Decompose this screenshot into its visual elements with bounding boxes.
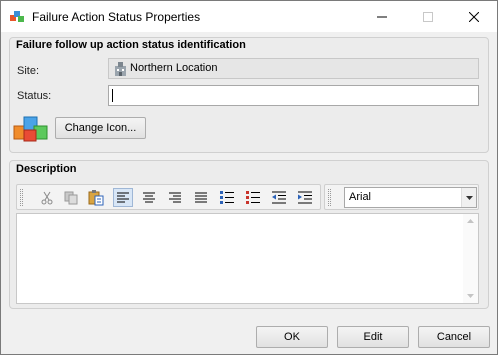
status-cubes-icon [13,116,48,142]
edit-button[interactable]: Edit [337,326,409,348]
site-value: Northern Location [130,62,218,74]
building-icon [115,62,126,76]
font-toolbar-grip[interactable] [328,189,331,206]
outdent-icon [272,191,286,204]
status-label: Status: [17,90,52,102]
align-right-icon [169,192,181,203]
maximize-icon [423,11,433,22]
cut-icon [41,191,53,204]
align-center-icon [143,192,155,203]
justify-button[interactable] [191,188,211,207]
description-group-title: Description [16,163,77,175]
cancel-button[interactable]: Cancel [418,326,490,348]
align-left-button[interactable] [113,188,133,207]
align-left-icon [117,192,129,203]
minimize-button[interactable] [359,1,405,32]
font-dropdown-button[interactable] [461,188,476,207]
site-label: Site: [17,65,40,77]
indent-button[interactable] [295,188,315,207]
copy-button[interactable] [61,188,81,207]
paste-icon [88,189,104,205]
title-bar: Failure Action Status Properties [1,1,497,32]
app-cubes-icon [10,11,24,22]
align-center-button[interactable] [139,188,159,207]
status-input[interactable] [108,85,479,106]
close-button[interactable] [451,1,497,32]
font-toolbar: Arial [324,184,479,210]
scroll-up-icon [467,219,474,223]
close-icon [469,11,479,22]
align-right-button[interactable] [165,188,185,207]
identification-group-title: Failure follow up action status identifi… [16,39,246,51]
properties-dialog: Failure Action Status Properties Failure… [0,0,498,355]
scroll-up-button[interactable] [463,215,478,227]
description-editor[interactable] [16,213,479,304]
text-caret [112,89,113,102]
outdent-button[interactable] [269,188,289,207]
chevron-down-icon [465,195,473,200]
window-title: Failure Action Status Properties [32,10,201,24]
site-field: Northern Location [108,58,479,79]
font-family-select[interactable]: Arial [344,187,477,208]
numbered-list-button[interactable] [243,188,263,207]
minimize-icon [377,16,387,17]
toolbar-grip[interactable] [20,189,23,206]
scroll-down-icon [467,294,474,298]
maximize-button[interactable] [405,1,451,32]
numbered-list-icon [246,191,260,204]
paste-button[interactable] [86,188,106,207]
scroll-down-button[interactable] [463,290,478,302]
font-family-value: Arial [349,191,372,203]
bullet-list-icon [220,191,234,204]
bullet-list-button[interactable] [217,188,237,207]
cut-button[interactable] [37,188,57,207]
formatting-toolbar [16,184,321,210]
change-icon-button[interactable]: Change Icon... [55,117,146,139]
justify-icon [195,192,207,203]
vertical-scrollbar[interactable] [463,214,478,303]
ok-button[interactable]: OK [256,326,328,348]
copy-icon [64,191,78,204]
indent-icon [298,191,312,204]
